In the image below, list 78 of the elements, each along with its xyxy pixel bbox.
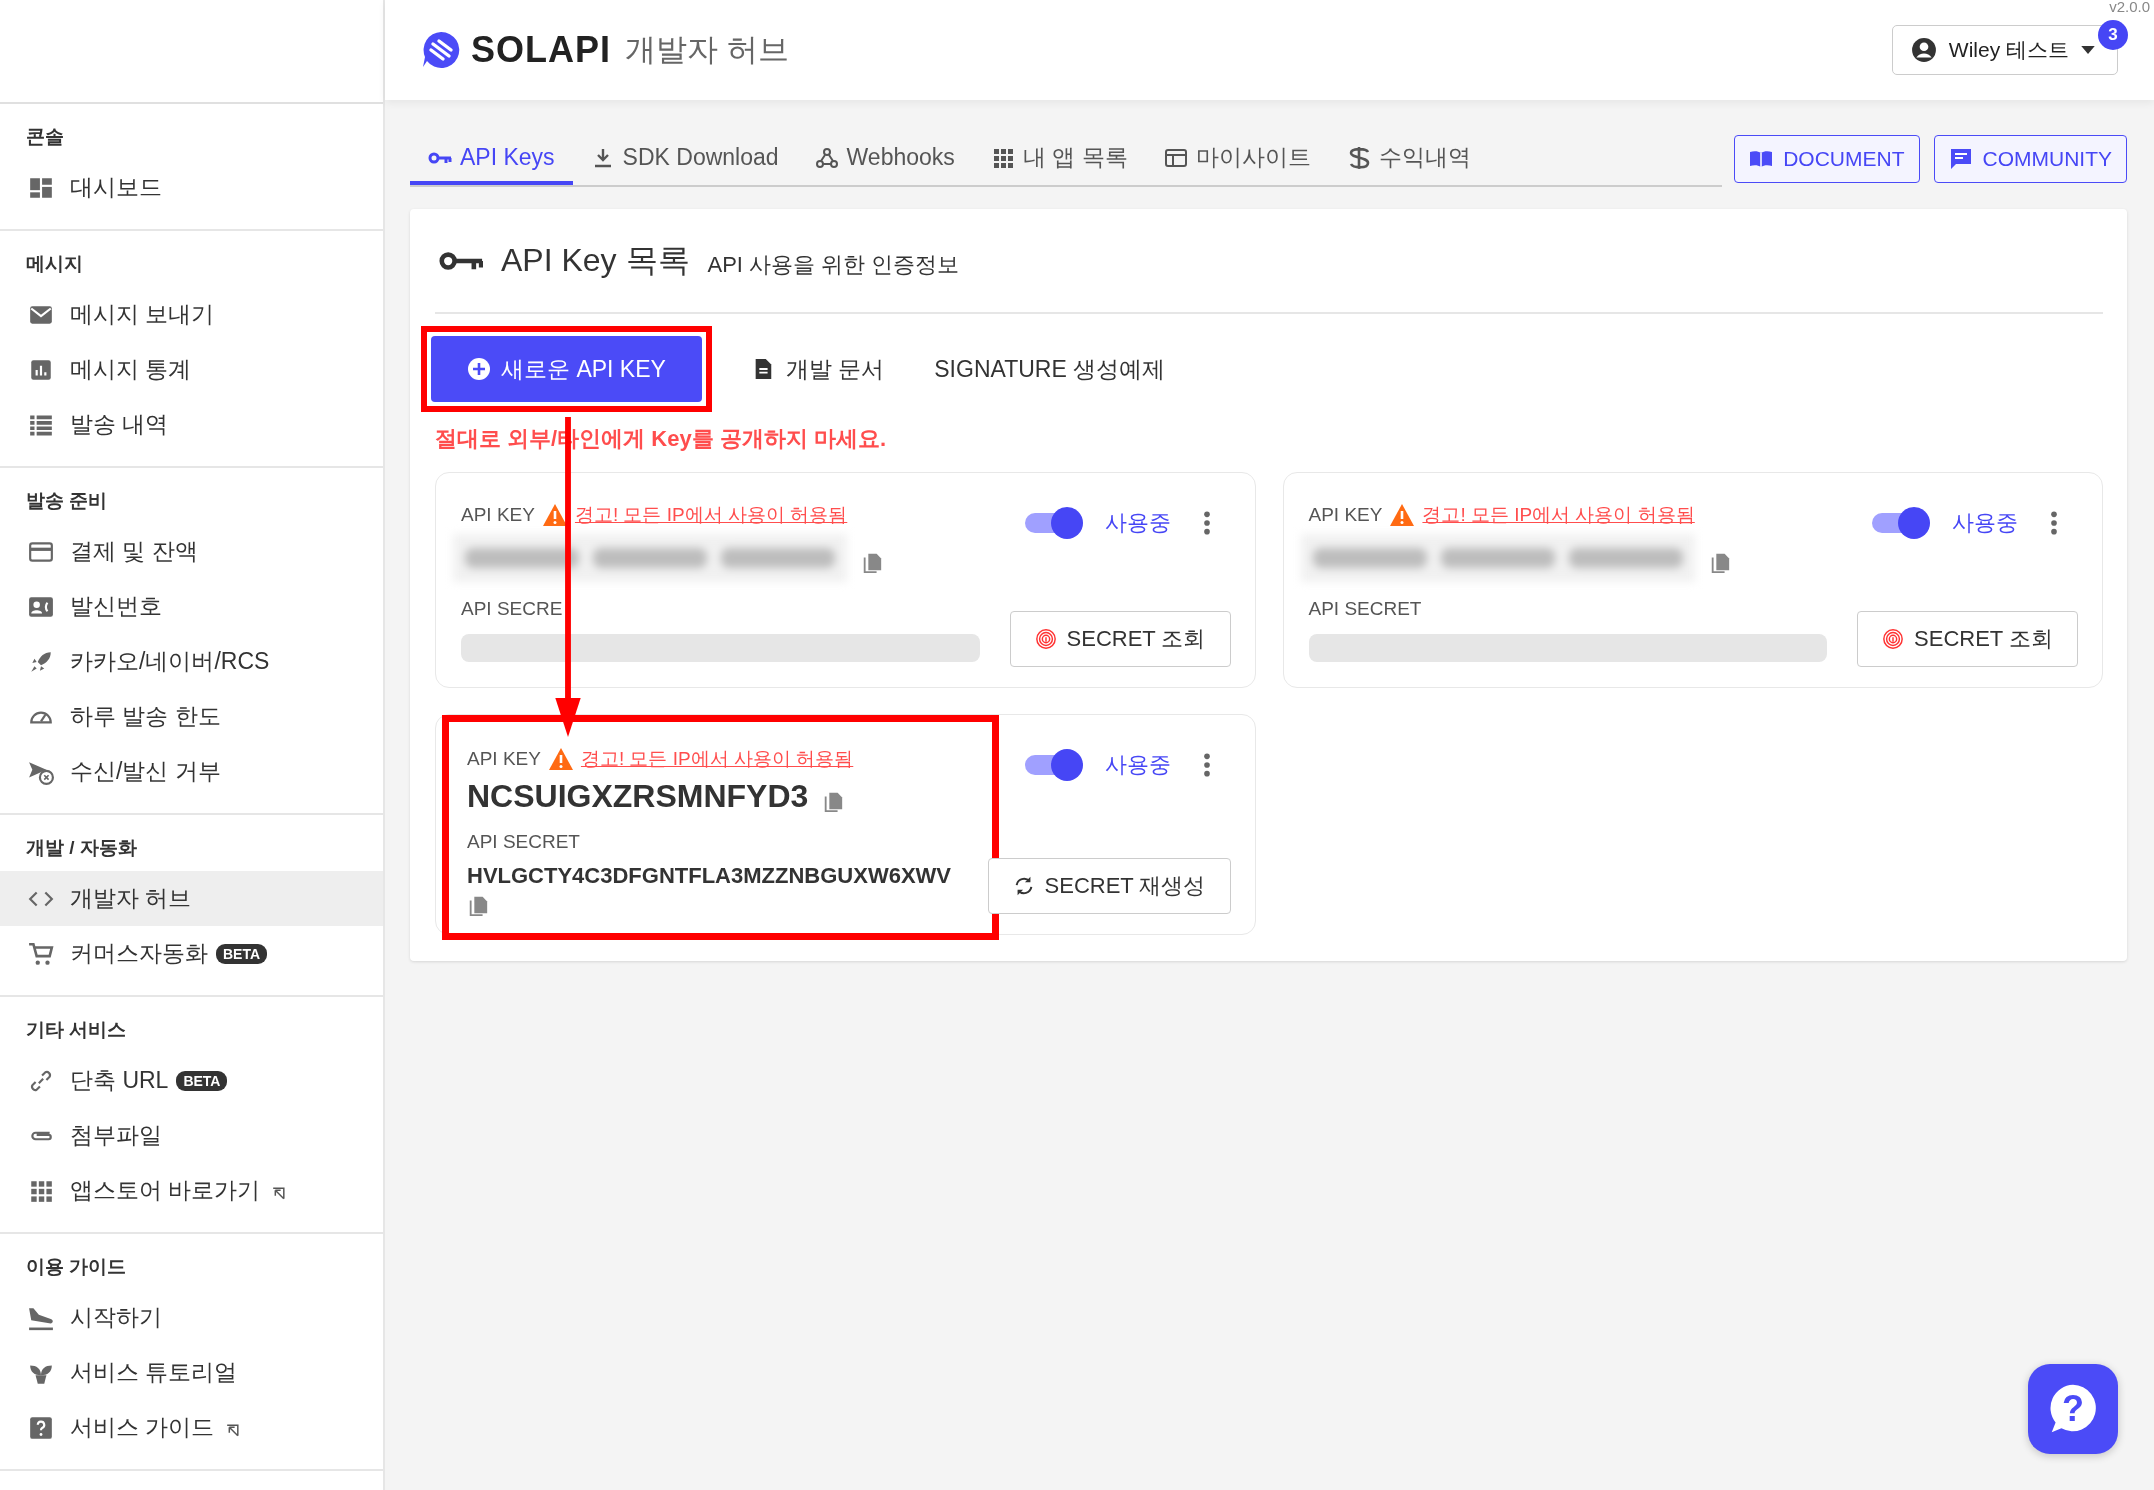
tab[interactable]: SDK Download (572, 130, 797, 185)
field-label: API KEY (1308, 504, 1383, 526)
logo-icon (421, 30, 461, 70)
site-subtitle: 개발자 허브 (625, 31, 789, 69)
version-label: v2.0.0 (2109, 0, 2150, 16)
new-api-key-button[interactable]: 새로운 API KEY (431, 336, 702, 402)
sidebar-item[interactable]: 카카오/네이버/RCS (0, 634, 383, 689)
user-avatar-icon (1910, 37, 1937, 63)
panel-subtitle: API 사용을 위한 인증정보 (707, 250, 960, 279)
tab[interactable]: 마이사이트 (1145, 130, 1329, 185)
sidebar-item[interactable]: 개발자 허브 (0, 871, 383, 926)
status-label: 사용중 (1952, 509, 2018, 537)
help-button[interactable]: ? (2028, 1364, 2118, 1454)
beta-badge: BETA (216, 943, 268, 964)
beta-badge: BETA (176, 1070, 228, 1091)
sidebar-item[interactable]: 단축 URL BETA (0, 1053, 383, 1108)
copy-icon[interactable] (861, 552, 883, 574)
sidebar-item[interactable]: 메시지 통계 (0, 342, 383, 397)
sidebar-section-title: 메시지 (25, 252, 84, 276)
panel-title: API Key 목록 (501, 240, 690, 280)
tab[interactable]: Webhooks (796, 130, 973, 185)
sidebar-item[interactable]: 서비스 가이드 (0, 1400, 383, 1455)
signature-example-link[interactable]: SIGNATURE 생성예제 (924, 353, 1176, 385)
sidebar-section-title: 개발 / 자동화 (25, 836, 138, 860)
sidebar-item[interactable]: 대시보드 (0, 160, 383, 215)
sidebar-section-title: 기타 서비스 (25, 1018, 128, 1042)
chat-icon (1948, 146, 1973, 171)
fingerprint-icon (1034, 628, 1057, 650)
field-label: API KEY (467, 748, 541, 770)
status-label: 사용중 (1104, 509, 1171, 537)
status-label: 사용중 (1104, 751, 1171, 779)
secret-button[interactable]: SECRET 조회 (1857, 611, 2078, 667)
warning-icon (542, 504, 567, 526)
tab[interactable]: 수익내역 (1328, 130, 1489, 185)
fingerprint-icon (1882, 628, 1905, 650)
field-label: API SECRET (1308, 598, 1423, 620)
sidebar-item[interactable]: 결제 및 잔액 (0, 524, 383, 579)
tab[interactable]: 내 앱 목록 (972, 130, 1146, 185)
sidebar-item[interactable]: 수신/발신 거부 (0, 744, 383, 799)
more-icon[interactable] (1202, 510, 1211, 536)
sidebar-item[interactable]: 첨부파일 (0, 1108, 383, 1163)
webhook-icon (814, 145, 839, 170)
more-icon[interactable] (1202, 752, 1211, 778)
more-icon[interactable] (2050, 510, 2058, 536)
sidebar-section-title: 이용 가이드 (25, 1255, 128, 1279)
logo-text: SOLAPI (471, 29, 611, 71)
warning-icon (548, 748, 573, 770)
warning-icon (1390, 504, 1415, 526)
help-icon (28, 1414, 54, 1441)
secret-button[interactable]: SECRET 재생성 (987, 858, 1231, 914)
field-label: API SECRET (467, 831, 581, 853)
docs-link[interactable]: 개발 문서 (741, 353, 895, 385)
sidebar-section-title: 발송 준비 (25, 489, 109, 513)
toggle-switch[interactable] (1870, 507, 1930, 539)
sidebar-item[interactable]: 메시지 보내기 (0, 287, 383, 342)
sidebar-item[interactable]: 앱스토어 바로가기 (0, 1163, 383, 1218)
plus-icon (467, 357, 491, 381)
sidebar-item[interactable]: 발송 내역 (0, 397, 383, 452)
api-secret-value: HVLGCTY4C3DFGNTFLA3MZZNBGUXW6XWV (467, 863, 952, 889)
sidebar-section-title: 콘솔 (25, 125, 65, 149)
cart-icon (28, 940, 54, 967)
tab[interactable]: API Keys (410, 130, 573, 185)
api-key-value: NCSUIGXZRSMNFYD3 (467, 778, 809, 815)
document-button[interactable]: DOCUMENT (1734, 134, 1920, 183)
sidebar-item[interactable]: 커머스자동화 BETA (0, 926, 383, 981)
sidebar-item[interactable]: 서비스 튜토리얼 (0, 1345, 383, 1400)
sidebar-item[interactable]: 시작하기 (0, 1290, 383, 1345)
community-button[interactable]: COMMUNITY (1933, 134, 2127, 183)
copy-icon[interactable] (822, 790, 845, 813)
secret-button[interactable]: SECRET 조회 (1009, 611, 1231, 667)
copy-icon[interactable] (467, 895, 489, 917)
notification-badge: 3 (2098, 20, 2128, 50)
sidebar-item[interactable]: 발신번호 (0, 579, 383, 634)
field-label: API SECRE (461, 598, 564, 620)
sidebar-item[interactable]: 하루 발송 한도 (0, 689, 383, 744)
key-icon (439, 249, 483, 272)
caret-icon (2081, 45, 2095, 55)
field-label: API KEY (461, 504, 535, 526)
